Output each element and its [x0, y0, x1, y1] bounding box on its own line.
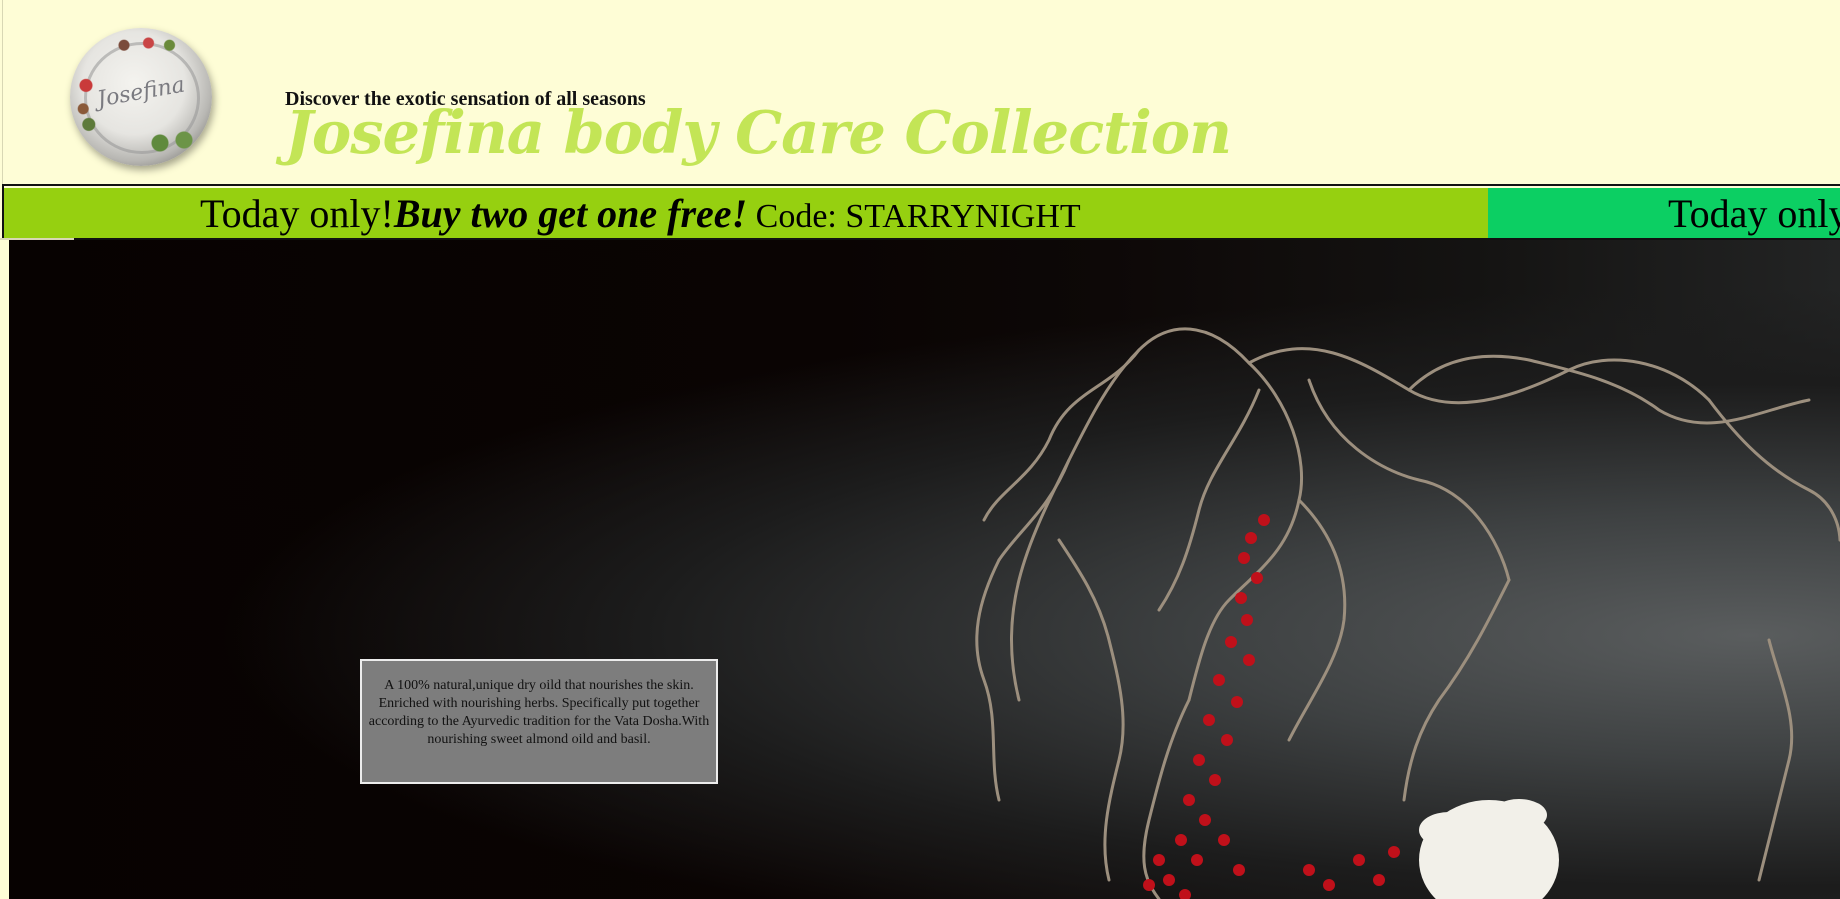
white-chrysanthemum: [1419, 799, 1559, 899]
logo-leaves-right: [142, 128, 202, 158]
promo-offer: Buy two get one free!: [393, 191, 748, 236]
promo-message: Today only!Buy two get one free! Code: S…: [200, 191, 1081, 238]
promo-code: Code: STARRYNIGHT: [747, 198, 1081, 235]
promo-message-repeat: Today only: [1668, 192, 1840, 236]
hero-branches-illustration: [975, 327, 1840, 899]
site-header: Josefina Discover the exotic sensation o…: [0, 0, 1840, 184]
red-berries: [1143, 514, 1400, 899]
product-description-box: A 100% natural,unique dry oild that nour…: [360, 659, 718, 784]
promo-lead: Today only!: [200, 191, 394, 236]
branch-lines: [975, 327, 1840, 899]
logo-flowers-top: [110, 32, 180, 54]
promo-marquee: Today only!Buy two get one free! Code: S…: [2, 184, 1840, 240]
hero-image: [9, 240, 1840, 899]
site-title: Josefina body Care Collection: [285, 98, 1232, 167]
promo-lead-repeat: Today only: [1668, 191, 1840, 236]
page-edge-divider: [0, 0, 3, 184]
brand-logo[interactable]: Josefina: [70, 28, 212, 166]
